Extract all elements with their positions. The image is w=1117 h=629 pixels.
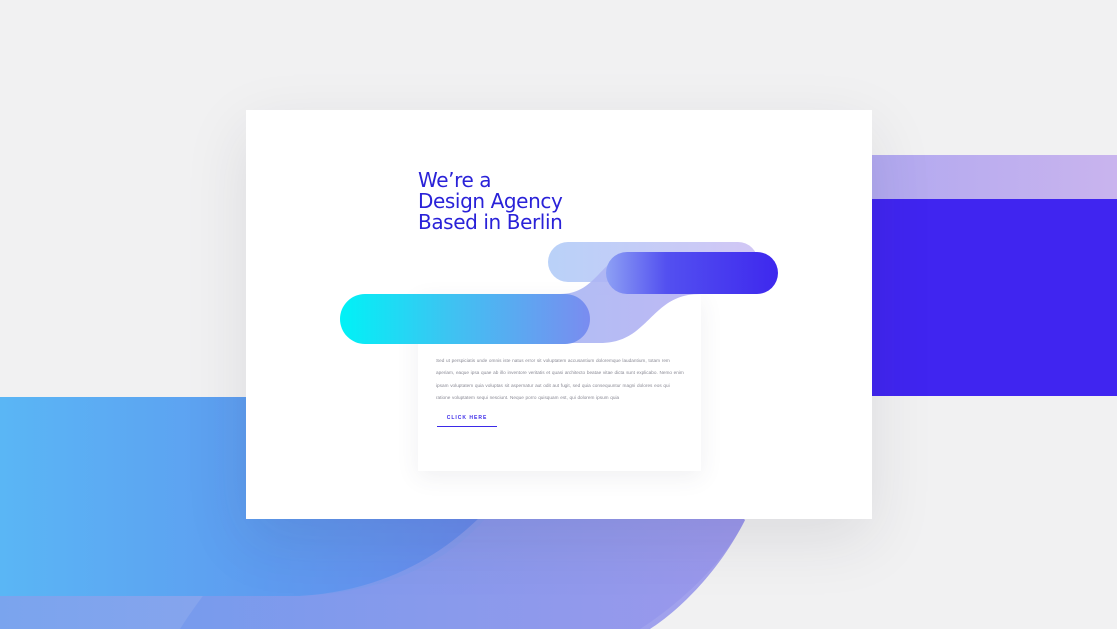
blue-block — [860, 199, 1117, 396]
hero-headline: We’re a Design Agency Based in Berlin — [418, 170, 678, 233]
content-card: Sed ut perspiciatis unde omnis iste natu… — [418, 295, 701, 471]
headline-line-3: Based in Berlin — [418, 210, 563, 234]
lavender-band — [860, 155, 1117, 201]
body-text: Sed ut perspiciatis unde omnis iste natu… — [436, 358, 684, 401]
headline-line-1: We’re a — [418, 168, 492, 192]
headline-line-2: Design Agency — [418, 189, 563, 213]
click-here-button[interactable]: CLICK HERE — [437, 415, 497, 427]
hero-card: We’re a Design Agency Based in Berlin Se… — [246, 110, 872, 519]
page: We’re a Design Agency Based in Berlin Se… — [0, 0, 1117, 629]
